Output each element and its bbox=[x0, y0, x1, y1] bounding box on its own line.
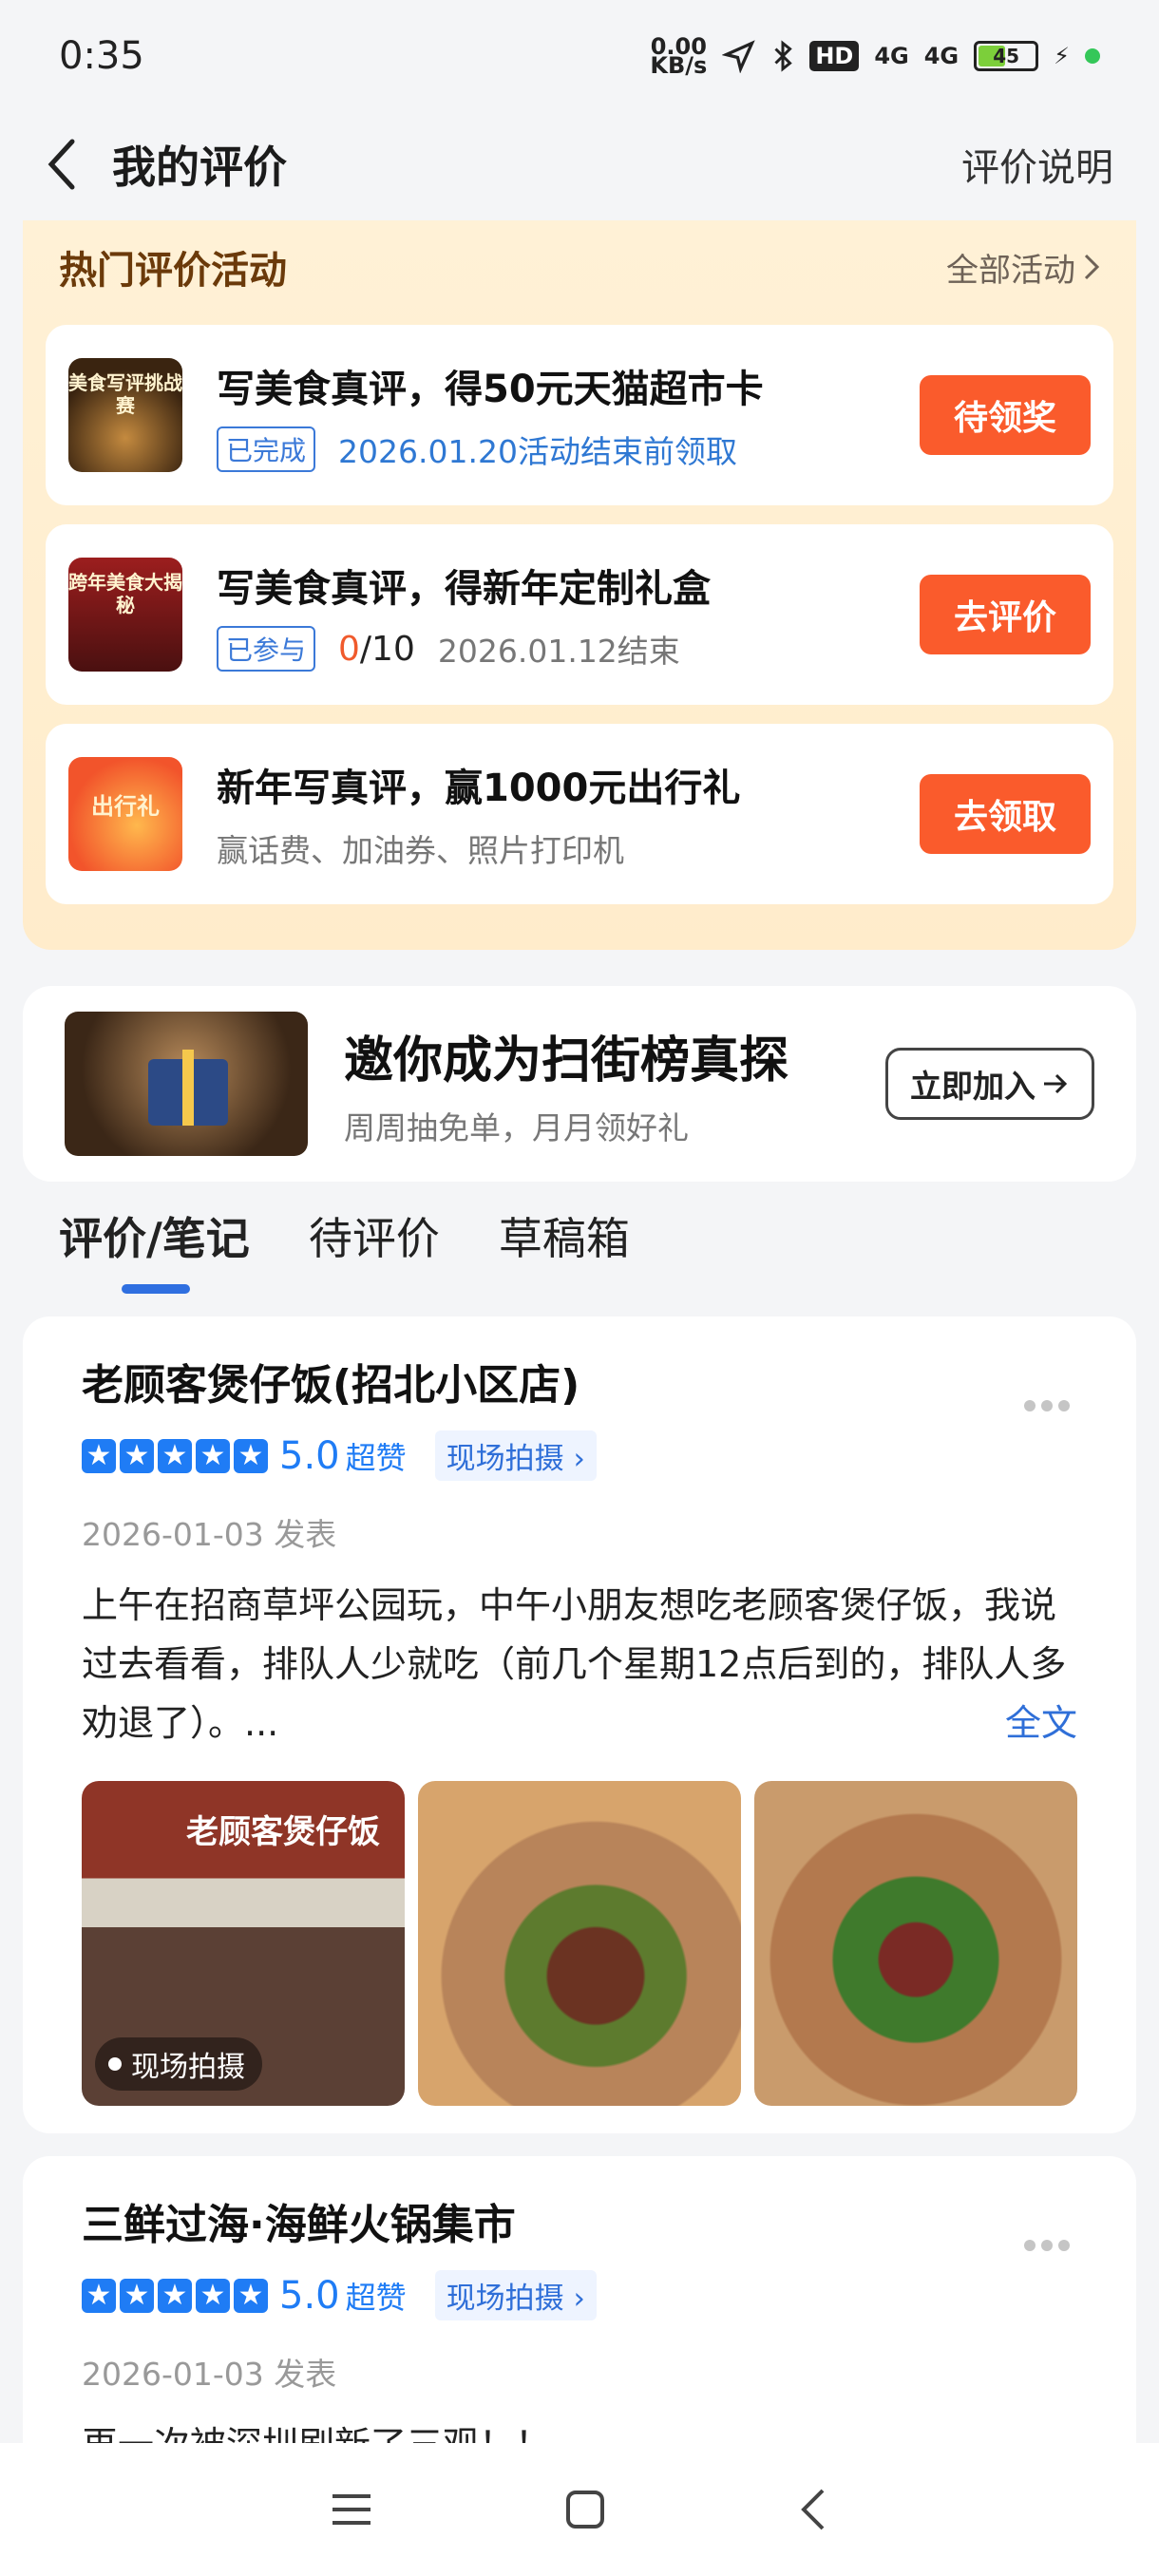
review-photo[interactable]: 老顾客煲仔饭 现场拍摄 bbox=[82, 1781, 405, 2106]
shop-sign: 老顾客煲仔饭 bbox=[186, 1813, 380, 1851]
battery-icon: 45 bbox=[974, 41, 1039, 71]
activity-info: 写美食真评，得新年定制礼盒 已参与 0 /10 2026.01.12结束 bbox=[217, 558, 920, 672]
more-options-icon[interactable] bbox=[1024, 2240, 1070, 2251]
hot-activities-panel: 热门评价活动 全部活动 美食写评挑战赛 写美食真评，得50元天猫超市卡 已完成 … bbox=[23, 220, 1136, 950]
net-speed: 0.00 KB/s bbox=[650, 33, 708, 79]
active-tab-indicator bbox=[122, 1284, 190, 1294]
status-badge: 已参与 bbox=[217, 626, 316, 672]
activities-header: 热门评价活动 全部活动 bbox=[23, 220, 1136, 294]
charging-icon: ⚡ bbox=[1054, 43, 1070, 69]
signal-icon-2: 4G bbox=[923, 43, 960, 69]
shop-name[interactable]: 老顾客煲仔饭(招北小区店) bbox=[82, 1351, 1077, 1411]
back-arrow-icon[interactable] bbox=[46, 136, 93, 193]
privacy-dot-icon bbox=[1085, 48, 1100, 64]
review-photos: 老顾客煲仔饭 现场拍摄 bbox=[82, 1781, 1077, 2106]
go-review-button[interactable]: 去评价 bbox=[920, 575, 1091, 654]
all-activities-link[interactable]: 全部活动 bbox=[946, 244, 1100, 291]
review-help-link[interactable]: 评价说明 bbox=[961, 137, 1113, 192]
review-card[interactable]: 老顾客煲仔饭(招北小区店) ★ ★ ★ ★ ★ 5.0 超赞 现场拍摄 › 20… bbox=[23, 1316, 1136, 2133]
shop-name[interactable]: 三鲜过海·海鲜火锅集市 bbox=[82, 2190, 1077, 2251]
go-claim-button[interactable]: 去领取 bbox=[920, 774, 1091, 854]
activity-card[interactable]: 出行礼 新年写真评，赢1000元出行礼 赢话费、加油券、照片打印机 去领取 bbox=[46, 724, 1113, 904]
invite-title: 邀你成为扫街榜真探 bbox=[344, 1032, 789, 1089]
star-icon: ★ bbox=[82, 2278, 116, 2313]
review-text: 上午在招商草坪公园玩，中午小朋友想吃老顾客煲仔饭，我说过去看看，排队人少就吃（前… bbox=[82, 1576, 1077, 1752]
activity-meta: 赢话费、加油券、照片打印机 bbox=[217, 825, 920, 871]
rating-score: 5.0 bbox=[279, 1433, 340, 1478]
rating-score: 5.0 bbox=[279, 2273, 340, 2318]
activity-thumbnail: 出行礼 bbox=[68, 757, 182, 871]
home-square-icon[interactable] bbox=[564, 2489, 606, 2530]
activity-info: 写美食真评，得50元天猫超市卡 已完成 2026.01.20活动结束前领取 bbox=[217, 358, 920, 472]
review-photo[interactable] bbox=[418, 1781, 741, 2106]
progress-total: /10 bbox=[359, 629, 415, 669]
rating-label: 超赞 bbox=[345, 2279, 407, 2316]
star-icon: ★ bbox=[120, 1438, 154, 1473]
rating-row: ★ ★ ★ ★ ★ 5.0 超赞 现场拍摄 › bbox=[82, 2270, 1077, 2320]
page-title: 我的评价 bbox=[112, 142, 287, 193]
system-nav-bar bbox=[0, 2443, 1159, 2576]
claim-reward-button[interactable]: 待领奖 bbox=[920, 375, 1091, 455]
activity-title: 写美食真评，得50元天猫超市卡 bbox=[217, 368, 764, 411]
activity-card[interactable]: 美食写评挑战赛 写美食真评，得50元天猫超市卡 已完成 2026.01.20活动… bbox=[46, 325, 1113, 505]
tab-pending-review[interactable]: 待评价 bbox=[309, 1204, 440, 1290]
activity-title: 写美食真评，得新年定制礼盒 bbox=[217, 567, 711, 611]
star-rating: ★ ★ ★ ★ ★ bbox=[82, 2278, 268, 2313]
review-card[interactable]: 三鲜过海·海鲜火锅集市 ★ ★ ★ ★ ★ 5.0 超赞 现场拍摄 › 2026… bbox=[23, 2156, 1136, 2470]
star-icon: ★ bbox=[234, 2278, 268, 2313]
star-icon: ★ bbox=[82, 1438, 116, 1473]
status-time: 0:35 bbox=[59, 34, 144, 78]
activity-info: 新年写真评，赢1000元出行礼 赢话费、加油券、照片打印机 bbox=[217, 757, 920, 871]
star-rating: ★ ★ ★ ★ ★ bbox=[82, 1438, 268, 1473]
onsite-photo-badge: 现场拍摄 bbox=[95, 2037, 262, 2091]
star-icon: ★ bbox=[158, 1438, 192, 1473]
rating-row: ★ ★ ★ ★ ★ 5.0 超赞 现场拍摄 › bbox=[82, 1430, 1077, 1481]
onsite-photo-tag[interactable]: 现场拍摄 › bbox=[434, 2270, 597, 2320]
activity-thumbnail: 美食写评挑战赛 bbox=[68, 358, 182, 472]
progress-done: 0 bbox=[338, 629, 360, 669]
location-icon bbox=[722, 40, 756, 73]
star-icon: ★ bbox=[158, 2278, 192, 2313]
invite-subtitle: 周周抽免单，月月领好礼 bbox=[344, 1108, 689, 1146]
more-options-icon[interactable] bbox=[1024, 1400, 1070, 1411]
star-icon: ★ bbox=[196, 1438, 230, 1473]
onsite-photo-tag[interactable]: 现场拍摄 › bbox=[434, 1430, 597, 1481]
rating-label: 超赞 bbox=[345, 1439, 407, 1476]
menu-icon[interactable] bbox=[329, 2491, 374, 2529]
gift-image bbox=[65, 1012, 308, 1156]
star-icon: ★ bbox=[120, 2278, 154, 2313]
hd-icon: HD bbox=[809, 41, 860, 71]
activity-deadline: 2026.01.20活动结束前领取 bbox=[338, 433, 737, 470]
review-date: 2026-01-03 发表 bbox=[82, 1516, 337, 1553]
status-badge: 已完成 bbox=[217, 426, 316, 472]
review-tabs: 评价/笔记 待评价 草稿箱 bbox=[59, 1204, 630, 1290]
activity-deadline: 2026.01.12结束 bbox=[437, 633, 680, 670]
activity-meta: 已完成 2026.01.20活动结束前领取 bbox=[217, 426, 920, 472]
back-triangle-icon[interactable] bbox=[796, 2487, 830, 2532]
invite-banner[interactable]: 邀你成为扫街榜真探 周周抽免单，月月领好礼 立即加入 bbox=[23, 986, 1136, 1182]
star-icon: ★ bbox=[196, 2278, 230, 2313]
signal-icon: 4G bbox=[874, 43, 909, 69]
activity-thumbnail: 跨年美食大揭秘 bbox=[68, 558, 182, 672]
review-photo[interactable] bbox=[754, 1781, 1077, 2106]
review-date: 2026-01-03 发表 bbox=[82, 2356, 337, 2393]
bluetooth-icon bbox=[774, 40, 793, 72]
invite-info: 邀你成为扫街榜真探 周周抽免单，月月领好礼 bbox=[344, 1020, 885, 1148]
activities-title: 热门评价活动 bbox=[59, 249, 287, 293]
join-now-button[interactable]: 立即加入 bbox=[885, 1048, 1094, 1120]
activity-meta: 已参与 0 /10 2026.01.12结束 bbox=[217, 626, 920, 672]
star-icon: ★ bbox=[234, 1438, 268, 1473]
tab-reviews-notes[interactable]: 评价/笔记 bbox=[59, 1204, 250, 1290]
activity-title: 新年写真评，赢1000元出行礼 bbox=[217, 767, 741, 810]
activity-prizes: 赢话费、加油券、照片打印机 bbox=[217, 832, 624, 869]
tab-drafts[interactable]: 草稿箱 bbox=[499, 1204, 630, 1290]
page-header: 我的评价 评价说明 bbox=[0, 112, 1159, 217]
status-bar: 0:35 0.00 KB/s HD 4G 4G 45 ⚡ bbox=[0, 0, 1159, 112]
chevron-right-icon bbox=[1084, 254, 1100, 280]
arrow-right-icon bbox=[1044, 1073, 1068, 1094]
full-text-link[interactable]: 全文 bbox=[985, 1694, 1077, 1752]
activity-card[interactable]: 跨年美食大揭秘 写美食真评，得新年定制礼盒 已参与 0 /10 2026.01.… bbox=[46, 524, 1113, 705]
status-icons: 0.00 KB/s HD 4G 4G 45 ⚡ bbox=[650, 33, 1100, 79]
